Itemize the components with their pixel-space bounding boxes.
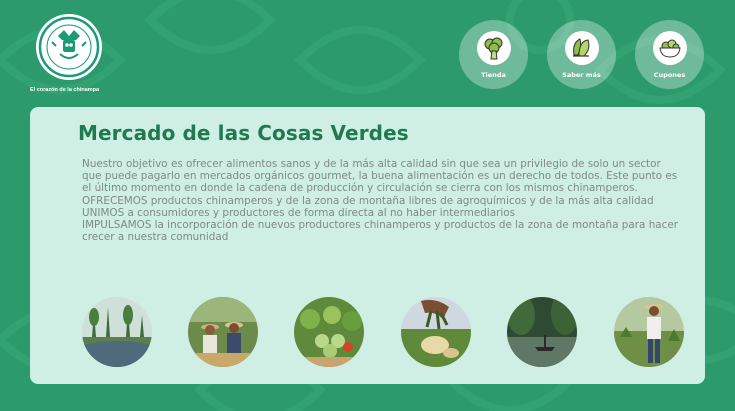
lettuce-icon [572, 37, 589, 57]
page-title: Mercado de las Cosas Verdes [78, 121, 409, 145]
farmer-field-photo[interactable] [614, 297, 684, 367]
farmers-group-photo[interactable] [188, 297, 258, 367]
nav-cupones-label: Cupones [653, 70, 686, 79]
brand-tagline: El corazón de la chinampa [30, 87, 100, 93]
description-paragraph: IMPULSAMOS la incorporación de nuevos pr… [82, 219, 679, 244]
broccoli-icon [484, 37, 502, 59]
content-panel: Mercado de las Cosas Verdes Nuestro obje… [30, 107, 705, 384]
nav-tienda-button[interactable]: Tienda [459, 20, 528, 89]
chinampa-canal-photo[interactable] [82, 297, 152, 367]
vegetables-market-photo[interactable] [294, 297, 364, 367]
boat-canal-photo[interactable] [507, 297, 577, 367]
description-paragraph: UNIMOS a consumidores y productores de f… [82, 206, 516, 219]
vegetable-bowl-icon [658, 39, 681, 58]
nav-cupones-button[interactable]: Cupones [635, 20, 704, 89]
nav-saber-mas-button[interactable]: Saber más [547, 20, 616, 89]
harvest-hands-photo[interactable] [401, 297, 471, 367]
chinampa-logo-icon [38, 16, 100, 78]
nav-tienda-label: Tienda [481, 70, 506, 79]
description-paragraph: Nuestro objetivo es ofrecer alimentos sa… [82, 158, 678, 195]
brand-logo[interactable] [36, 14, 102, 80]
nav-saber-mas-label: Saber más [562, 70, 601, 79]
description-paragraph: OFRECEMOS productos chinamperos y de la … [82, 194, 654, 207]
description-text: Nuestro objetivo es ofrecer alimentos sa… [82, 158, 682, 243]
